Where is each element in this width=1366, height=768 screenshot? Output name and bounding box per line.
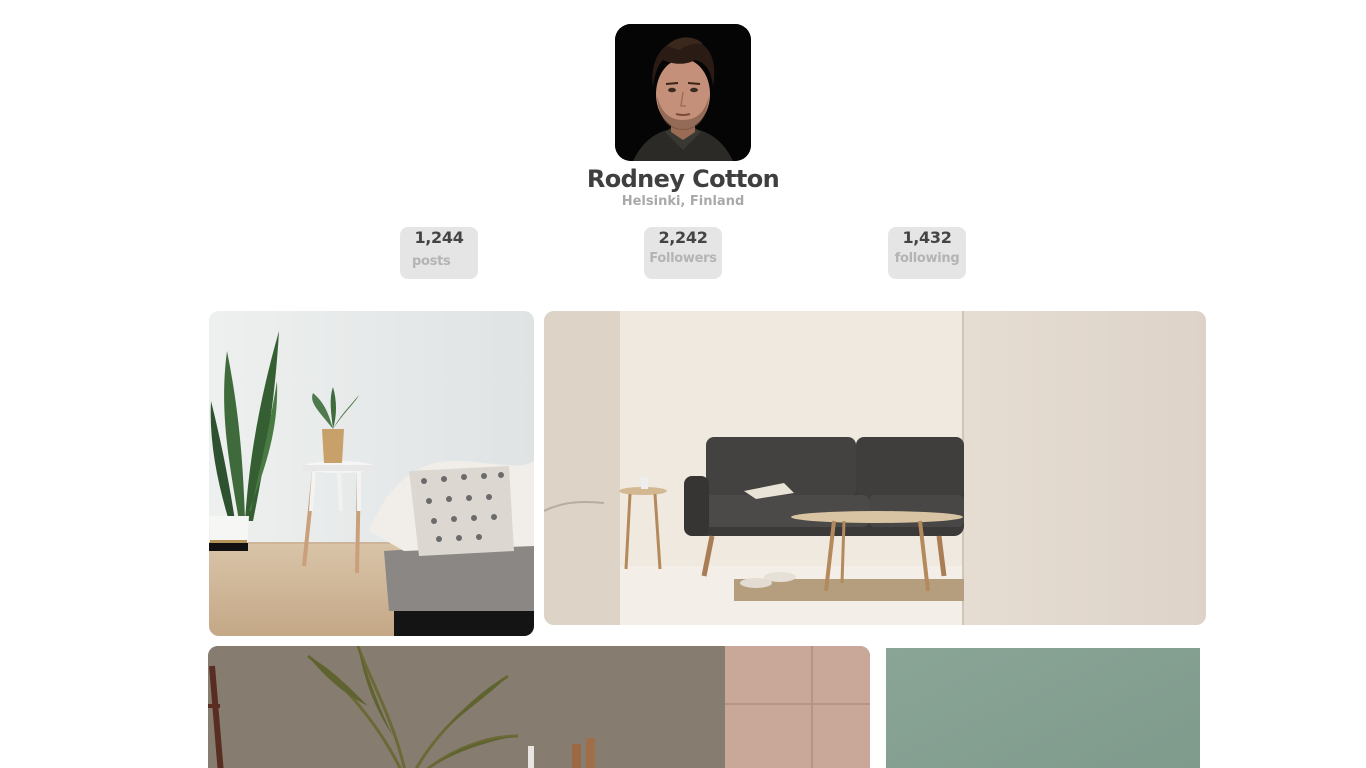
- stat-followers[interactable]: 2,242 Followers: [644, 227, 722, 279]
- profile-name: Rodney Cotton: [586, 165, 780, 193]
- stat-following-value: 1,432: [902, 228, 952, 247]
- gallery-photo[interactable]: [208, 646, 870, 768]
- stat-posts-value: 1,244: [414, 228, 464, 247]
- profile-location: Helsinki, Finland: [621, 194, 745, 209]
- profile-page: Rodney Cotton Helsinki, Finland 1,244 po…: [0, 0, 1366, 768]
- stat-following[interactable]: 1,432 following: [888, 227, 966, 279]
- stat-posts-label: posts: [412, 254, 451, 269]
- gallery-photo[interactable]: [544, 311, 1206, 625]
- stat-following-label: following: [894, 251, 960, 266]
- gallery-photo[interactable]: [886, 648, 1200, 768]
- avatar[interactable]: [615, 24, 751, 161]
- stat-followers-value: 2,242: [658, 228, 708, 247]
- stat-posts[interactable]: 1,244 posts: [400, 227, 478, 279]
- stat-followers-label: Followers: [649, 251, 717, 266]
- gallery-photo[interactable]: [209, 311, 534, 636]
